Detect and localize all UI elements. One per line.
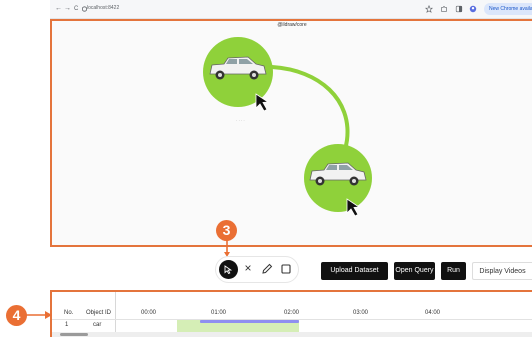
- time-label-03-00: 03:00: [353, 310, 369, 316]
- step-3-badge: 3: [216, 220, 237, 241]
- step-4-arrow: [25, 311, 52, 319]
- pencil-icon[interactable]: [260, 262, 274, 276]
- profile-avatar-icon[interactable]: [469, 5, 477, 13]
- track-active-bar[interactable]: [200, 320, 299, 323]
- delete-tool-button[interactable]: ×: [241, 259, 255, 277]
- video-canvas[interactable]: @ildraw/core · · · ·: [50, 19, 532, 247]
- address-bar[interactable]: localhost:8422: [87, 5, 119, 11]
- back-button[interactable]: ←: [55, 4, 62, 14]
- row-number: 1: [65, 322, 69, 328]
- car-object-end[interactable]: [302, 142, 376, 220]
- select-cursor-icon: [224, 265, 233, 274]
- time-label-04-00: 04:00: [425, 310, 441, 316]
- chrome-update-button[interactable]: New Chrome available: [484, 3, 532, 15]
- upload-dataset-button[interactable]: Upload Dataset: [321, 262, 388, 280]
- timeline-column-separator: [115, 292, 116, 337]
- forward-button[interactable]: →: [64, 4, 71, 14]
- row-object-id: car: [93, 322, 102, 328]
- open-query-button[interactable]: Open Query: [394, 262, 435, 280]
- time-label-00-00: 00:00: [141, 310, 157, 316]
- step-4-badge: 4: [6, 305, 27, 326]
- timeline-scrollbar-thumb[interactable]: [60, 333, 88, 336]
- timeline-scrollbar-track[interactable]: [52, 332, 532, 337]
- reload-button[interactable]: C: [74, 4, 78, 14]
- column-header-no: No.: [64, 310, 74, 316]
- time-label-01-00: 01:00: [211, 310, 227, 316]
- time-label-02-00: 02:00: [284, 310, 300, 316]
- select-tool-button[interactable]: [219, 260, 238, 279]
- run-button[interactable]: Run: [441, 262, 466, 280]
- display-videos-button[interactable]: Display Videos: [472, 262, 532, 280]
- rectangle-tool-icon[interactable]: [279, 262, 293, 276]
- side-panel-icon[interactable]: [455, 5, 463, 13]
- video-tick-marks: · · · ·: [236, 118, 245, 123]
- car-object-start[interactable]: [200, 34, 276, 114]
- column-header-object-id: Object ID: [86, 310, 112, 316]
- extensions-icon[interactable]: [440, 5, 448, 13]
- bookmark-star-icon[interactable]: [425, 5, 433, 13]
- video-title: @ildraw/core: [277, 22, 307, 28]
